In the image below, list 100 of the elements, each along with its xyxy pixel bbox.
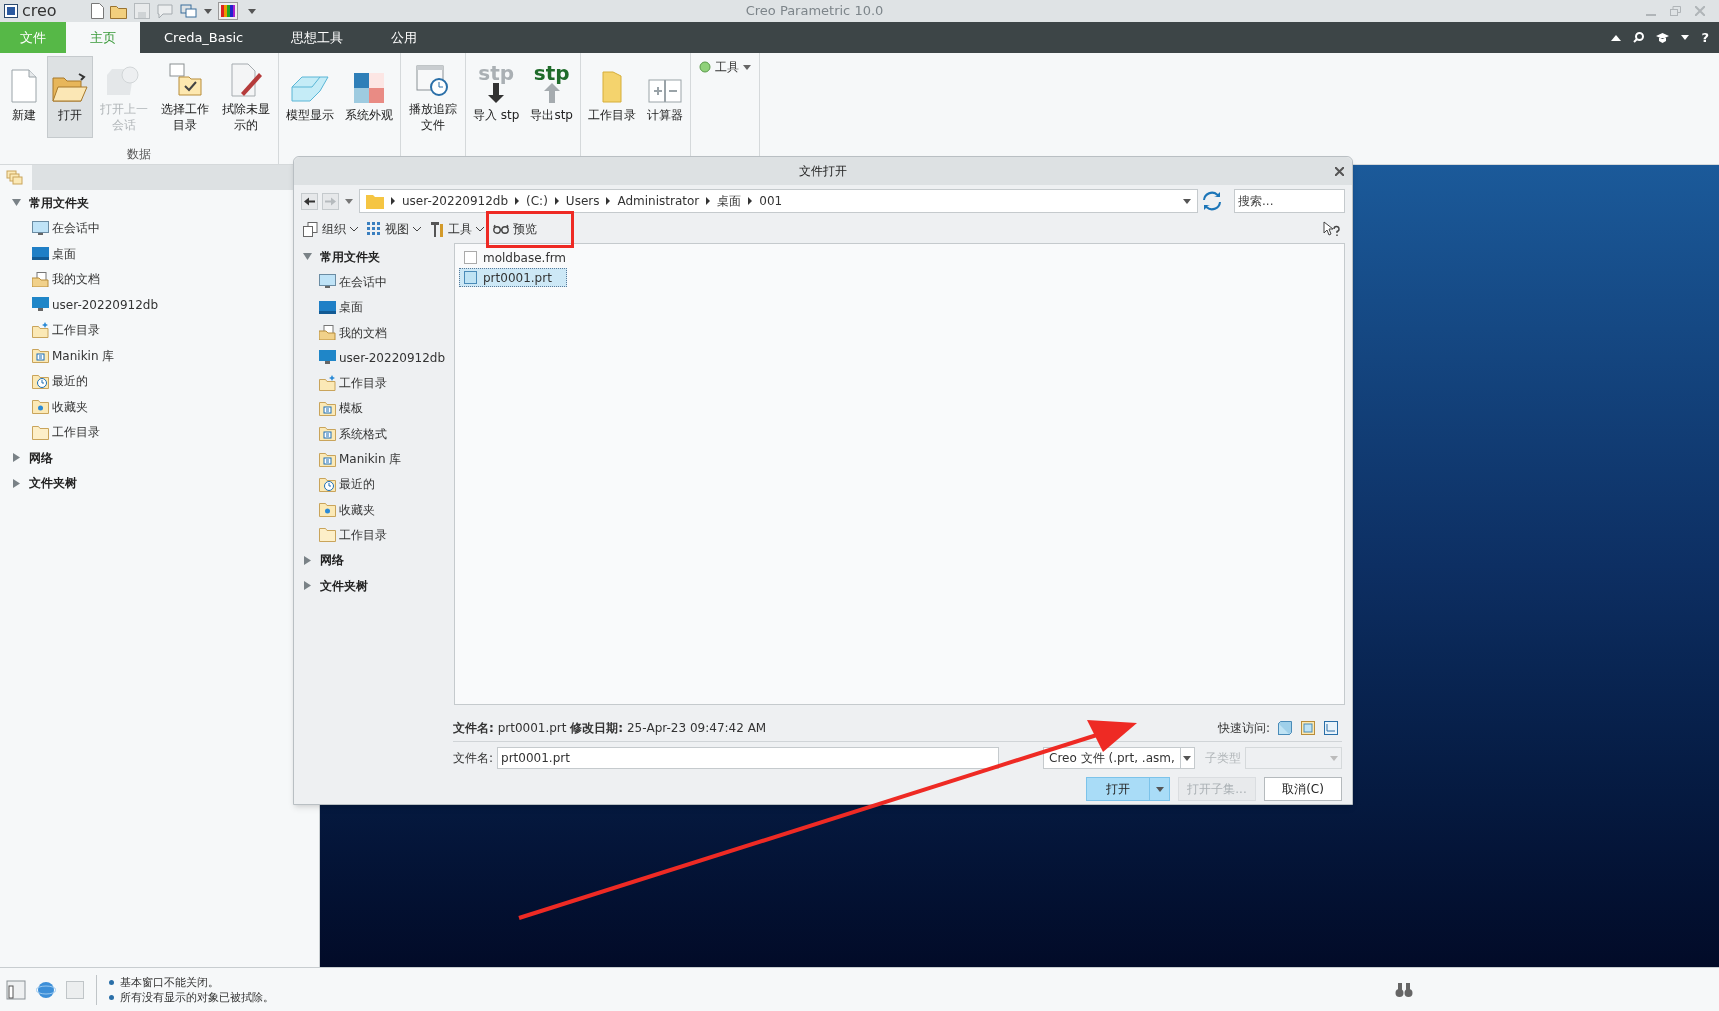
help-pointer-icon[interactable] [1323, 221, 1341, 237]
breadcrumb-arrow-icon[interactable] [748, 197, 753, 205]
bullet-icon [109, 994, 114, 1000]
expanded-arrow-icon[interactable] [303, 252, 312, 262]
tree-section-label[interactable]: 网络 [320, 551, 344, 570]
history-dropdown-icon [345, 198, 353, 204]
breadcrumb-item[interactable]: 001 [759, 192, 783, 210]
graduation-cap-icon[interactable] [1656, 32, 1670, 43]
file-item[interactable]: moldbase.frm [459, 248, 582, 267]
ribbon-button[interactable]: stp 导入 stp [468, 56, 525, 138]
layers-icon[interactable] [6, 169, 24, 186]
search-icon[interactable] [1633, 32, 1645, 43]
cube-icon[interactable] [1278, 720, 1292, 735]
ribbon-tab[interactable]: 思想工具 [267, 22, 368, 53]
breadcrumb-arrow-icon[interactable] [391, 197, 395, 205]
ribbon-button[interactable]: 选择工作目录 [155, 56, 215, 138]
filename-field[interactable]: prt0001.prt [497, 747, 1000, 769]
binoculars-icon[interactable] [1395, 981, 1413, 998]
tree-section-label[interactable]: 网络 [29, 448, 53, 467]
ribbon-button[interactable]: 模型显示 [281, 56, 339, 138]
subtype-label: 子类型 [1204, 750, 1241, 767]
ribbon-button[interactable]: 播放追踪文件 [403, 56, 463, 138]
ribbon-button[interactable]: 计算器 [641, 56, 688, 138]
expanded-arrow-icon[interactable] [12, 198, 21, 208]
collapsed-arrow-icon[interactable] [12, 453, 21, 463]
ribbon-button[interactable]: stp 导出stp [525, 56, 578, 138]
open-options-button[interactable] [1150, 777, 1170, 801]
help-button[interactable]: ? [1701, 27, 1709, 48]
toolbar-menu-button[interactable]: 预览 [493, 220, 537, 238]
window-title: Creo Parametric 10.0 [745, 2, 884, 21]
ribbon-button[interactable]: 拭除未显示的 [216, 56, 276, 138]
color-palette-icon[interactable] [217, 2, 238, 20]
ball-icon [698, 61, 711, 73]
breadcrumb-item[interactable]: Administrator [617, 192, 700, 210]
ribbon-tab[interactable]: 公用 [367, 22, 442, 53]
collapsed-arrow-icon[interactable] [303, 555, 312, 565]
breadcrumb-item[interactable]: 桌面 [717, 192, 742, 210]
folder-icon [32, 348, 49, 364]
collapse-icon[interactable] [1611, 34, 1622, 41]
ribbon-button[interactable]: 新建 [2, 56, 46, 138]
open-folder-icon [52, 73, 88, 103]
ribbon-button[interactable]: 工作目录 [582, 56, 641, 138]
collapsed-arrow-icon[interactable] [12, 478, 21, 488]
favorites-icon [319, 502, 336, 518]
tree-item[interactable]: Manikin 库 [301, 446, 451, 472]
collapsed-arrow-icon[interactable] [303, 581, 312, 590]
breadcrumb-arrow-icon[interactable] [606, 197, 611, 205]
breadcrumb-arrow-icon[interactable] [706, 197, 711, 205]
tree-item[interactable]: 最近的 [301, 471, 451, 497]
new-file-icon[interactable] [90, 3, 104, 19]
breadcrumb-arrow-icon[interactable] [515, 197, 520, 205]
refresh-icon[interactable] [1202, 191, 1222, 211]
tree-item[interactable]: 桌面 [0, 241, 319, 267]
toolbar-menu-button[interactable]: 视图 [367, 220, 421, 238]
logo-icon [4, 4, 18, 18]
open-button[interactable]: 打开 [1086, 777, 1150, 801]
breadcrumb-arrow-icon[interactable] [554, 197, 559, 205]
folder-icon [366, 193, 384, 209]
caret-icon [1183, 198, 1191, 204]
open-folder-icon[interactable] [109, 3, 128, 19]
globe-icon[interactable] [36, 979, 56, 1000]
file-item[interactable]: prt0001.prt [459, 268, 567, 287]
tree-item[interactable]: 工作目录 [301, 522, 451, 548]
ribbon-tab[interactable]: 主页 [66, 22, 140, 53]
caret-icon [742, 64, 751, 70]
dialog-button[interactable]: 取消(C) [1264, 777, 1342, 801]
tree-section-label[interactable]: 文件夹树 [320, 576, 368, 595]
toolbar-menu-button[interactable]: 组织 [303, 220, 358, 238]
computer-icon [32, 297, 49, 313]
drawing-icon[interactable] [1324, 720, 1338, 735]
tree-section-label[interactable]: 常用文件夹 [29, 193, 89, 212]
file-icon [464, 251, 477, 264]
folder-icon [600, 71, 623, 103]
ribbon-tab[interactable]: Creda_Basic [140, 22, 268, 53]
search-field[interactable]: 搜索... [1234, 189, 1345, 213]
grid-icon [367, 222, 381, 236]
breadcrumb-item[interactable]: user-20220912db [402, 192, 509, 210]
breadcrumb-item[interactable]: (C:) [526, 192, 548, 210]
windows-icon[interactable] [179, 3, 198, 19]
panel-toggle-icon[interactable] [6, 979, 26, 1000]
status-message: 基本窗口不能关闭。 [120, 974, 219, 990]
folder-star-icon [319, 375, 336, 392]
toolbar-menu-button[interactable]: 工具 [430, 220, 484, 238]
documents-icon [319, 325, 336, 341]
ribbon-button[interactable]: 系统外观 [340, 56, 398, 138]
recent-icon [32, 373, 49, 390]
calculator-icon [647, 79, 682, 103]
tree-section-label[interactable]: 文件夹树 [29, 474, 77, 493]
tree-item[interactable]: 收藏夹 [301, 496, 451, 523]
computer-icon [319, 350, 336, 366]
assembly-icon[interactable] [1301, 720, 1315, 735]
tools-dropdown-button[interactable]: 工具 [692, 56, 757, 78]
document-icon [11, 69, 37, 103]
tree-section-label[interactable]: 常用文件夹 [320, 247, 380, 266]
breadcrumb-item[interactable]: Users [565, 192, 600, 210]
close-icon[interactable] [1335, 166, 1344, 176]
address-bar[interactable]: user-20220912db (C:) Users Administrator 桌面 001 [359, 189, 1198, 213]
type-dropdown[interactable]: Creo 文件 (.prt, .asm, [1043, 747, 1195, 769]
ribbon-button[interactable]: 打开 [47, 56, 93, 138]
dropdown-icon [247, 8, 256, 14]
